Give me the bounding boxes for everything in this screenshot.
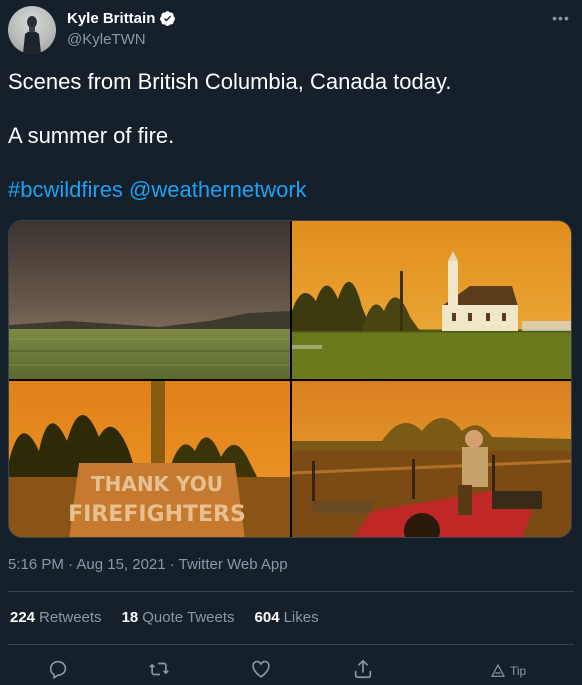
tweet-timestamp[interactable]: 5:16 PM · Aug 15, 2021 · Twitter Web App [8, 556, 288, 573]
heart-icon [252, 660, 270, 678]
stat-likes[interactable]: 604 Likes [255, 609, 319, 626]
photo-tractor[interactable] [292, 381, 571, 537]
author-name-row: Kyle Brittain [67, 10, 176, 27]
stat-count: 18 [121, 609, 139, 626]
reply-icon [49, 660, 67, 680]
stat-label: Likes [283, 609, 319, 626]
tweet-hashtags[interactable]: #bcwildfires @weathernetwork [8, 176, 574, 204]
action-bar: Tip [0, 652, 582, 682]
tweet-body: Scenes from British Columbia, Canada tod… [8, 68, 574, 204]
author-display-name[interactable]: Kyle Brittain [67, 10, 155, 27]
author-handle[interactable]: @KyleTWN [67, 31, 146, 48]
sign-line-2: FIREFIGHTERS [68, 502, 246, 527]
tip-label: Tip [510, 664, 527, 678]
photo-cornfield[interactable] [9, 221, 290, 379]
photo-thank-you-sign[interactable]: THANK YOU FIREFIGHTERS [9, 381, 290, 537]
tweet-text-line-2: A summer of fire. [8, 123, 175, 148]
photo-church[interactable] [292, 221, 571, 379]
stat-quote-tweets[interactable]: 18 Quote Tweets [122, 609, 235, 626]
like-button[interactable] [248, 656, 274, 682]
divider [8, 644, 574, 645]
stat-label: Retweets [39, 609, 102, 626]
tweet-header: Kyle Brittain @KyleTWN ••• [8, 6, 574, 54]
media-grid: THANK YOU FIREFIGHTERS [8, 220, 572, 538]
tip-button[interactable]: Tip [490, 658, 526, 684]
verified-badge-icon [159, 10, 176, 27]
retweet-button[interactable] [146, 656, 172, 682]
share-button[interactable] [350, 656, 376, 682]
divider [8, 591, 574, 592]
tweet-text-line-1: Scenes from British Columbia, Canada tod… [8, 69, 452, 94]
sign-line-1: THANK YOU [91, 472, 223, 496]
stat-retweets[interactable]: 224 Retweets [10, 609, 102, 626]
stat-count: 604 [254, 609, 280, 626]
avatar[interactable] [8, 6, 56, 54]
share-icon [354, 659, 372, 679]
tweet-stats: 224 Retweets 18 Quote Tweets 604 Likes [10, 609, 339, 626]
stat-label: Quote Tweets [142, 609, 235, 626]
more-options-icon[interactable]: ••• [548, 8, 574, 28]
tweet-card: Kyle Brittain @KyleTWN ••• Scenes from B… [0, 0, 582, 685]
reply-button[interactable] [45, 656, 71, 682]
retweet-icon [149, 662, 169, 676]
stat-count: 224 [10, 609, 36, 626]
tip-icon [491, 663, 505, 677]
